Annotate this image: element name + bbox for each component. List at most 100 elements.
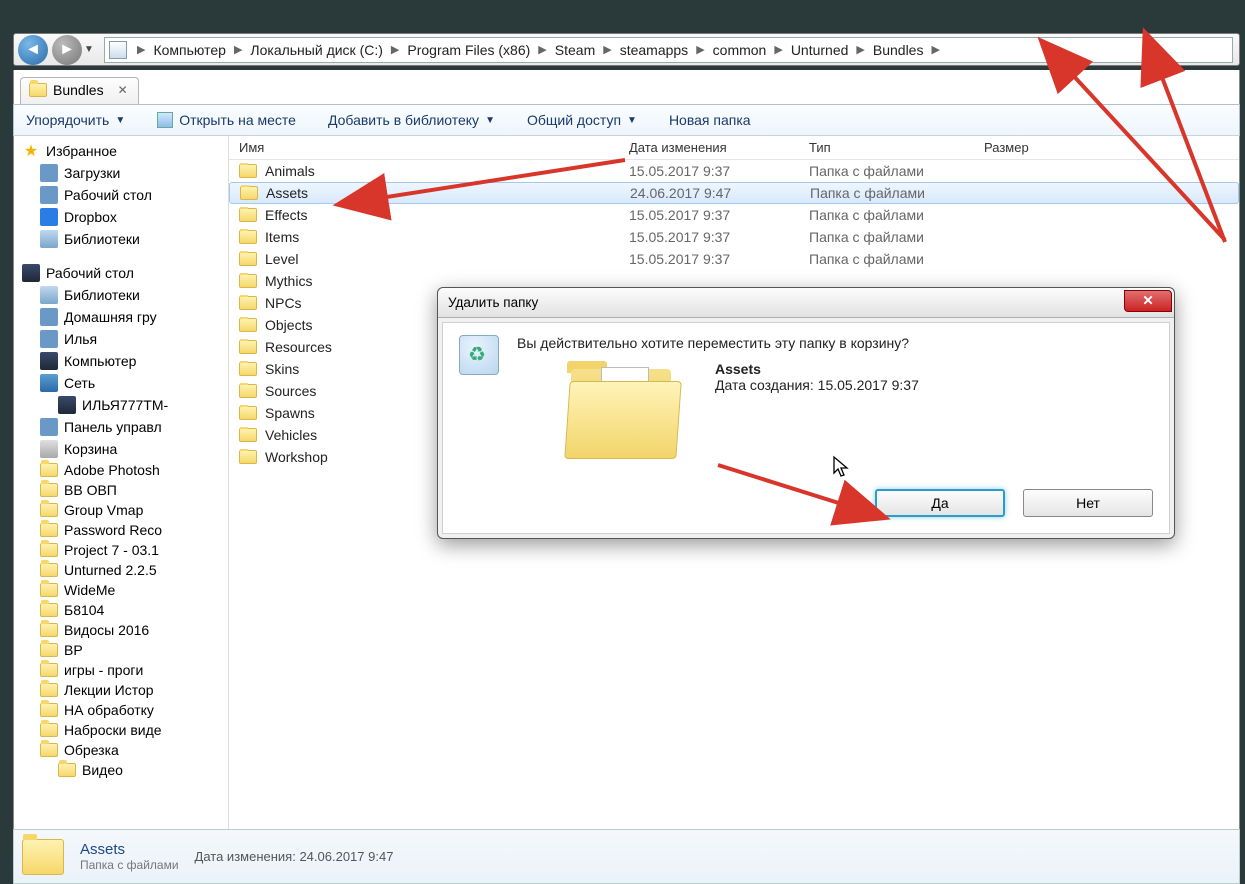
share-button[interactable]: Общий доступ ▼ (527, 112, 637, 128)
tree-item[interactable]: Group Vmap (14, 500, 228, 520)
organize-button[interactable]: Упорядочить ▼ (26, 112, 125, 128)
tree-item-label: Group Vmap (64, 502, 143, 518)
tree-item[interactable]: WideMe (14, 580, 228, 600)
history-dropdown[interactable]: ▼ (84, 44, 98, 55)
file-row[interactable]: Assets24.06.2017 9:47Папка с файлами (229, 182, 1239, 204)
file-date: 15.05.2017 9:37 (619, 251, 799, 267)
tree-dropbox[interactable]: Dropbox (14, 206, 228, 228)
folder-icon (239, 406, 257, 420)
tree-favorites[interactable]: ★Избранное (14, 140, 228, 162)
tree-item-label: ВР (64, 642, 83, 658)
file-row[interactable]: Animals15.05.2017 9:37Папка с файлами (229, 160, 1239, 182)
crumb-computer[interactable]: Компьютер (153, 42, 225, 58)
tree-item-label: Компьютер (64, 353, 136, 369)
folder-icon (239, 230, 257, 244)
dialog-close-button[interactable]: ✕ (1124, 290, 1172, 312)
crumb-bundles[interactable]: Bundles (873, 42, 924, 58)
add-to-library-button[interactable]: Добавить в библиотеку ▼ (328, 112, 495, 128)
tree-item[interactable]: Библиотеки (14, 284, 228, 306)
file-row[interactable]: Effects15.05.2017 9:37Папка с файлами (229, 204, 1239, 226)
file-date: 15.05.2017 9:37 (619, 207, 799, 223)
tree-item[interactable]: Password Reco (14, 520, 228, 540)
tree-item[interactable]: Домашняя гру (14, 306, 228, 328)
tree-item-label: Панель управл (64, 419, 162, 435)
no-button[interactable]: Нет (1023, 489, 1153, 517)
close-tab-icon[interactable]: ✕ (118, 83, 128, 97)
tree-item[interactable]: игры - проги (14, 660, 228, 680)
tree-item[interactable]: ВР (14, 640, 228, 660)
tree-item[interactable]: Лекции Истор (14, 680, 228, 700)
crumb-unturned[interactable]: Unturned (791, 42, 849, 58)
tree-item[interactable]: Наброски виде (14, 720, 228, 740)
toolbar: Упорядочить ▼ Открыть на месте Добавить … (13, 104, 1240, 136)
folder-icon (240, 186, 258, 200)
file-name: Sources (265, 383, 316, 399)
file-row[interactable]: Level15.05.2017 9:37Папка с файлами (229, 248, 1239, 270)
item-icon (40, 418, 58, 436)
tree-item[interactable]: НА обработку (14, 700, 228, 720)
tree-item[interactable]: Корзина (14, 438, 228, 460)
navigation-tree[interactable]: ★Избранное Загрузки Рабочий стол Dropbox… (14, 136, 229, 829)
breadcrumb[interactable]: ▶ Компьютер▶ Локальный диск (C:)▶ Progra… (104, 37, 1233, 63)
crumb-disk-c[interactable]: Локальный диск (C:) (250, 42, 383, 58)
item-icon (40, 374, 58, 392)
tree-item[interactable]: Видео (14, 760, 228, 780)
tree-item[interactable]: Видосы 2016 (14, 620, 228, 640)
item-icon (40, 330, 58, 348)
tree-item[interactable]: Unturned 2.2.5 (14, 560, 228, 580)
col-name[interactable]: Имя (229, 140, 619, 155)
tree-item-label: НА обработку (64, 702, 154, 718)
folder-icon (239, 252, 257, 266)
tree-item[interactable]: Б8104 (14, 600, 228, 620)
crumb-program-files[interactable]: Program Files (x86) (407, 42, 530, 58)
item-icon (58, 763, 76, 777)
dialog-title: Удалить папку (448, 295, 538, 310)
back-button[interactable]: ◄ (18, 35, 48, 65)
tree-item[interactable]: Илья (14, 328, 228, 350)
tree-item[interactable]: Project 7 - 03.1 (14, 540, 228, 560)
folder-icon (239, 208, 257, 222)
file-date: 15.05.2017 9:37 (619, 229, 799, 245)
item-icon (40, 563, 58, 577)
tree-desktop-root[interactable]: Рабочий стол (14, 262, 228, 284)
navigation-bar: ◄ ► ▼ ▶ Компьютер▶ Локальный диск (C:)▶ … (13, 33, 1240, 66)
column-headers: Имя Дата изменения Тип Размер (229, 136, 1239, 160)
crumb-steamapps[interactable]: steamapps (620, 42, 688, 58)
item-icon (40, 352, 58, 370)
tree-item[interactable]: Компьютер (14, 350, 228, 372)
desktop-icon (40, 186, 58, 204)
file-row[interactable]: Items15.05.2017 9:37Папка с файлами (229, 226, 1239, 248)
item-icon (40, 683, 58, 697)
dialog-titlebar[interactable]: Удалить папку ✕ (438, 288, 1174, 318)
tree-item[interactable]: BB ОВП (14, 480, 228, 500)
col-date[interactable]: Дата изменения (619, 140, 799, 155)
item-icon (40, 308, 58, 326)
folder-icon (239, 318, 257, 332)
yes-button[interactable]: Да (875, 489, 1005, 517)
new-folder-button[interactable]: Новая папка (669, 112, 751, 128)
file-type: Папка с файлами (799, 207, 974, 223)
tab-label: Bundles (53, 82, 104, 98)
tree-libraries-fav[interactable]: Библиотеки (14, 228, 228, 250)
col-type[interactable]: Тип (799, 140, 974, 155)
tree-downloads[interactable]: Загрузки (14, 162, 228, 184)
tab-bundles[interactable]: Bundles ✕ (20, 77, 139, 104)
file-date: 15.05.2017 9:37 (619, 163, 799, 179)
file-name: Mythics (265, 273, 312, 289)
forward-button[interactable]: ► (52, 35, 82, 65)
open-location-button[interactable]: Открыть на месте (157, 112, 296, 128)
item-icon (40, 603, 58, 617)
tree-item-label: Adobe Photosh (64, 462, 160, 478)
tree-desktop-fav[interactable]: Рабочий стол (14, 184, 228, 206)
item-icon (40, 723, 58, 737)
tree-item[interactable]: Панель управл (14, 416, 228, 438)
crumb-steam[interactable]: Steam (555, 42, 595, 58)
crumb-common[interactable]: common (713, 42, 767, 58)
tree-item[interactable]: ИЛЬЯ777ТМ- (14, 394, 228, 416)
folder-icon (239, 428, 257, 442)
tree-item[interactable]: Сеть (14, 372, 228, 394)
details-pane: Assets Папка с файлами Дата изменения: 2… (13, 829, 1240, 884)
tree-item[interactable]: Adobe Photosh (14, 460, 228, 480)
tree-item[interactable]: Обрезка (14, 740, 228, 760)
col-size[interactable]: Размер (974, 140, 1074, 155)
